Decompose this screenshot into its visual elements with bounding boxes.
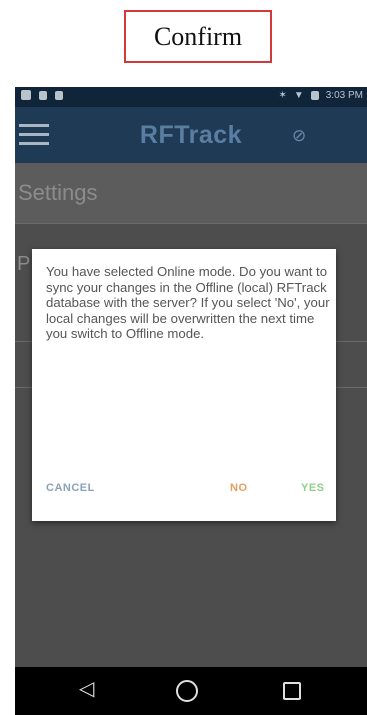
- wifi-icon: ▼: [293, 90, 304, 101]
- battery-icon: [310, 91, 319, 100]
- confirm-dialog: You have selected Online mode. Do you wa…: [32, 249, 336, 521]
- yes-button[interactable]: YES: [301, 482, 325, 494]
- recents-icon[interactable]: [283, 682, 301, 700]
- sync-disabled-icon[interactable]: ⊘: [292, 126, 312, 146]
- page-title: Settings: [18, 180, 98, 205]
- bluetooth-icon: ✶: [278, 90, 287, 101]
- navigation-bar: ◁: [15, 667, 367, 715]
- back-icon[interactable]: ◁: [79, 679, 94, 699]
- status-time: 3:03 PM: [325, 90, 363, 101]
- notification-icon: [39, 90, 47, 100]
- dialog-message: You have selected Online mode. Do you wa…: [46, 264, 330, 342]
- settings-row-label: P: [17, 253, 31, 275]
- caption-label: Confirm: [124, 10, 272, 63]
- image-icon: [21, 90, 31, 100]
- app-toolbar: RFTrack ⊘: [15, 107, 367, 163]
- no-button[interactable]: NO: [230, 482, 248, 494]
- status-bar: ✶ ▼ 3:03 PM: [15, 87, 367, 107]
- home-icon[interactable]: [176, 680, 198, 702]
- cancel-button[interactable]: CANCEL: [46, 482, 95, 494]
- app-title: RFTrack: [139, 121, 243, 149]
- settings-header: Settings: [15, 163, 367, 224]
- phone-screen: ✶ ▼ 3:03 PM RFTrack ⊘ Settings P You hav…: [15, 87, 367, 715]
- sd-card-icon: [55, 90, 63, 100]
